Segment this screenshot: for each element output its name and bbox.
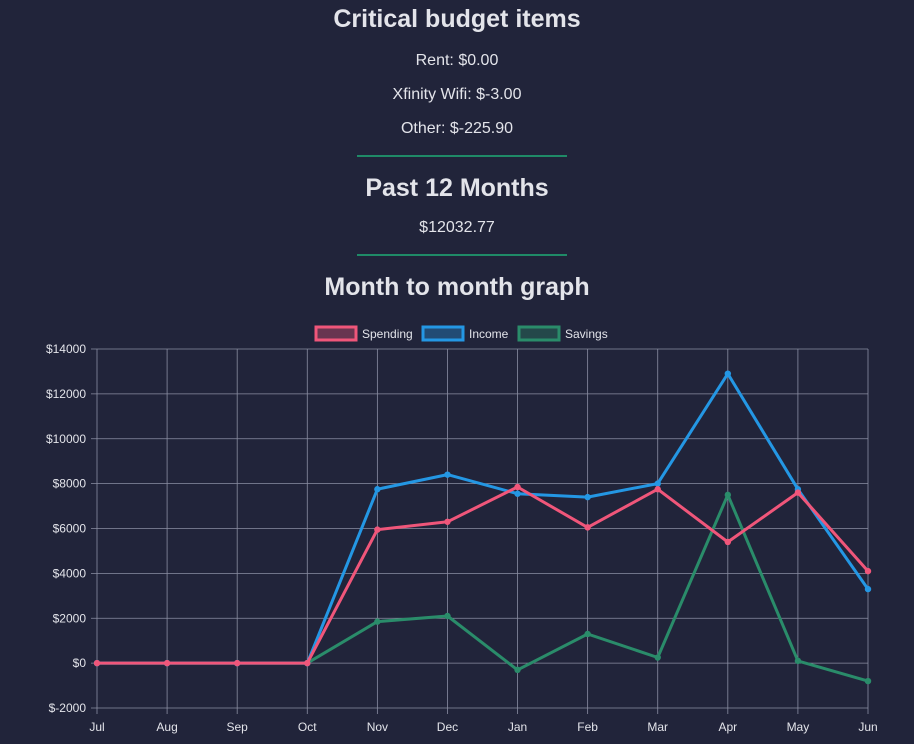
past-12-months-amount: $12032.77 <box>419 219 495 236</box>
x-tick-label: Apr <box>718 720 737 734</box>
data-point-income[interactable] <box>724 370 732 377</box>
y-tick-label: $8000 <box>53 477 87 491</box>
data-point-spending[interactable] <box>304 659 311 667</box>
data-point-savings[interactable] <box>654 654 661 661</box>
legend-label: Income <box>469 327 509 341</box>
data-point-income[interactable] <box>514 490 521 497</box>
x-tick-label: Jul <box>89 720 104 734</box>
data-point-spending[interactable] <box>724 538 732 546</box>
legend-swatch <box>517 325 561 342</box>
legend-label: Spending <box>362 327 413 341</box>
y-tick-label: $2000 <box>53 611 87 625</box>
data-point-income[interactable] <box>374 486 381 493</box>
budget-item-rent: Rent: $0.00 <box>415 52 499 69</box>
y-tick-label: $14000 <box>46 342 86 356</box>
x-tick-label: Jun <box>858 720 877 734</box>
budget-item-other: Other: $-225.90 <box>400 120 514 137</box>
data-point-spending[interactable] <box>794 489 802 496</box>
data-point-savings[interactable] <box>374 618 381 625</box>
graph-title: Month to month graph <box>324 273 590 301</box>
y-tick-label: $-2000 <box>49 701 87 715</box>
legend-swatch <box>314 325 358 342</box>
data-point-spending[interactable] <box>584 524 591 531</box>
data-point-income[interactable] <box>654 480 661 487</box>
x-tick-label: Feb <box>577 720 598 734</box>
section-divider <box>357 254 567 256</box>
series-line-savings <box>97 493 869 683</box>
y-tick-label: $0 <box>73 656 87 670</box>
series-line-income <box>97 372 870 665</box>
y-tick-label: $6000 <box>53 522 87 536</box>
data-point-spending[interactable] <box>233 659 241 667</box>
data-point-income[interactable] <box>444 471 451 478</box>
data-point-spending[interactable] <box>654 486 661 493</box>
data-point-savings[interactable] <box>864 677 872 685</box>
data-point-spending[interactable] <box>864 567 872 575</box>
data-point-spending[interactable] <box>444 518 451 525</box>
past-12-months-title: Past 12 Months <box>365 174 549 202</box>
data-point-savings[interactable] <box>724 491 732 499</box>
x-tick-label: Jan <box>508 720 527 734</box>
data-point-savings[interactable] <box>444 612 451 620</box>
legend-item-spending[interactable]: Spending <box>314 325 413 342</box>
legend-item-income[interactable]: Income <box>421 325 509 342</box>
budget-item-wifi: Xfinity Wifi: $-3.00 <box>392 86 522 103</box>
x-tick-label: Oct <box>298 720 317 734</box>
month-to-month-chart: $14000 $12000 $10000 $8000 $6000 $4000 $2000 $0… <box>46 325 878 734</box>
data-point-income[interactable] <box>584 493 591 501</box>
data-point-spending[interactable] <box>163 659 171 667</box>
data-point-spending[interactable] <box>93 659 101 667</box>
legend-swatch <box>421 325 465 342</box>
x-tick-label: Dec <box>437 720 458 734</box>
data-point-spending[interactable] <box>514 483 521 491</box>
data-point-spending[interactable] <box>374 526 381 533</box>
y-tick-label: $10000 <box>46 432 86 446</box>
critical-budget-title: Critical budget items <box>333 5 581 33</box>
x-tick-label: Aug <box>156 720 177 734</box>
legend-item-savings[interactable]: Savings <box>517 325 608 342</box>
data-point-income[interactable] <box>864 585 872 593</box>
data-point-savings[interactable] <box>794 657 802 665</box>
x-tick-label: Sep <box>227 720 249 734</box>
data-point-savings[interactable] <box>514 666 521 674</box>
y-tick-label: $12000 <box>46 387 86 401</box>
data-point-savings[interactable] <box>584 630 591 638</box>
x-tick-label: Mar <box>647 720 668 734</box>
section-divider <box>357 155 567 157</box>
series-line-spending <box>97 485 870 665</box>
x-tick-label: May <box>787 720 810 734</box>
legend-label: Savings <box>565 327 608 341</box>
x-tick-label: Nov <box>367 720 388 734</box>
y-tick-label: $4000 <box>53 566 87 580</box>
